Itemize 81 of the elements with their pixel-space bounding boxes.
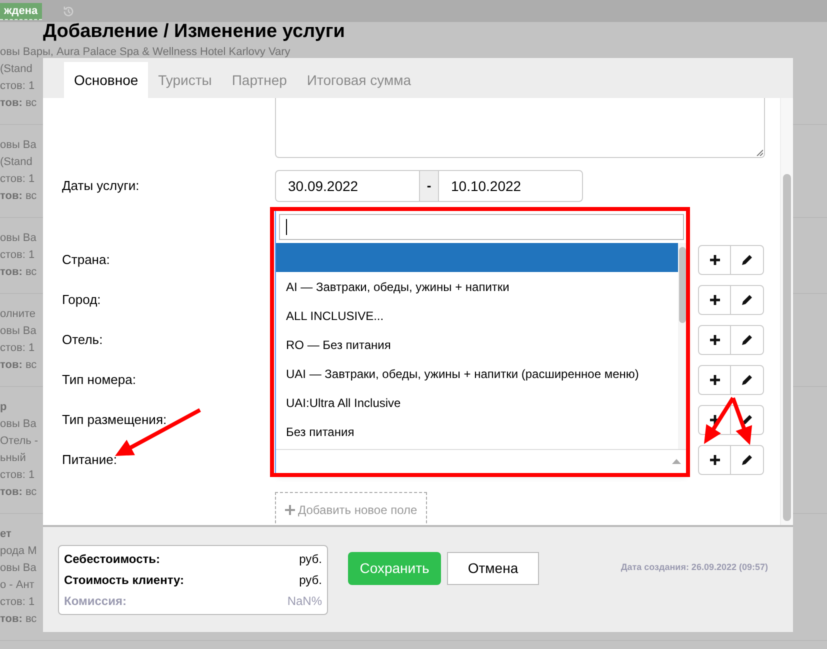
history-icon <box>62 4 75 18</box>
field-label: Тип номера: <box>62 371 137 390</box>
summary-label: Комиссия: <box>64 592 126 610</box>
field-label: Даты услуги: <box>62 177 140 196</box>
background-text: овы Ва <box>0 417 36 432</box>
background-text: стов: 1 <box>0 468 35 483</box>
field-label: Страна: <box>62 251 111 270</box>
background-text: рода М <box>0 544 37 559</box>
background-text: овы Ва <box>0 561 36 576</box>
plus-icon <box>708 294 720 306</box>
field-label: Питание: <box>62 451 118 470</box>
add-button[interactable] <box>698 365 731 395</box>
background-text: тов: вс <box>0 612 37 627</box>
background-text: стов: 1 <box>0 172 35 187</box>
summary-value: NaN% <box>287 592 322 610</box>
add-button[interactable] <box>698 325 731 355</box>
edit-button[interactable] <box>731 285 764 315</box>
background-text: ьный <box>0 451 26 466</box>
dropdown-option[interactable]: AI — Завтраки, обеды, ужины + напитки <box>276 272 678 301</box>
background-text: овы Ва <box>0 231 36 246</box>
background-text: стов: 1 <box>0 248 35 263</box>
edit-button[interactable] <box>731 445 764 475</box>
summary-label: Стоимость клиенту: <box>64 572 184 588</box>
background-text: ет <box>0 527 12 542</box>
plus-icon <box>708 454 720 466</box>
background-text: р <box>0 400 7 415</box>
resize-grip-icon <box>756 149 763 156</box>
dropdown-option[interactable]: ALL INCLUSIVE... <box>276 301 678 330</box>
background-text: овы Вары, Aura Palace Spa & Wellness Hotel Karlovy Vary <box>0 45 290 60</box>
add-button[interactable] <box>698 285 731 315</box>
textarea-field[interactable] <box>275 98 765 158</box>
date-input[interactable]: 10.10.2022 <box>438 170 583 202</box>
field-label: Город: <box>62 291 102 310</box>
plus-icon <box>708 254 720 266</box>
edit-button[interactable] <box>731 245 764 275</box>
field-label: Отель: <box>62 331 104 350</box>
dropdown-option[interactable]: UAI — Завтраки, обеды, ужины + напитки (расширенное меню) <box>276 359 678 388</box>
caret-up-icon <box>672 459 681 464</box>
summary-label: Себестоимость: <box>64 550 160 568</box>
status-badge: ждена <box>0 2 42 20</box>
plus-icon <box>708 374 720 386</box>
plus-icon <box>708 334 720 346</box>
background-text: тов: вс <box>0 189 37 204</box>
background-text: стов: 1 <box>0 595 35 610</box>
background-text: тов: вс <box>0 96 37 111</box>
field-label: Тип размещения: <box>62 411 168 430</box>
edit-button[interactable] <box>731 325 764 355</box>
creation-date: Дата создания: 26.09.2022 (09:57) <box>620 561 768 574</box>
pencil-icon <box>741 334 753 346</box>
background-text: стов: 1 <box>0 341 35 356</box>
summary-value: руб. <box>299 550 322 568</box>
pencil-icon <box>741 374 753 386</box>
date-separator: - <box>420 170 438 202</box>
background-text: Отель - <box>0 434 38 449</box>
background-text: овы Ва <box>0 324 36 339</box>
background-text: овы Ва <box>0 138 36 153</box>
pencil-icon <box>741 454 753 466</box>
background-text: тов: вс <box>0 358 37 373</box>
dropdown-option[interactable]: Без питания <box>276 417 678 446</box>
background-text: стов: 1 <box>0 79 35 94</box>
background-text: олните <box>0 307 36 322</box>
date-input[interactable]: 30.09.2022 <box>275 170 420 202</box>
background-text: тов: вс <box>0 485 37 500</box>
text-cursor-icon <box>286 219 287 235</box>
dropdown-option[interactable]: UAI:Ultra All Inclusive <box>276 388 678 417</box>
background-text: (Stand <box>0 62 32 77</box>
dropdown-option[interactable]: RO — Без питания <box>276 330 678 359</box>
background-text: (Stand <box>0 155 32 170</box>
search-field[interactable] <box>279 214 684 240</box>
tab[interactable]: Основное <box>64 62 148 98</box>
plus-icon <box>285 505 295 515</box>
background-text: тов: вс <box>0 265 37 280</box>
summary-value: руб. <box>299 572 322 588</box>
pencil-icon <box>741 254 753 266</box>
background-text: о - Ант <box>0 578 34 593</box>
dialog-title: Добавление / Изменение услуги <box>43 21 345 43</box>
add-button[interactable] <box>698 445 731 475</box>
pencil-icon <box>741 294 753 306</box>
edit-button[interactable] <box>731 365 764 395</box>
add-button[interactable] <box>698 245 731 275</box>
cancel-button[interactable]: Отмена <box>447 552 539 585</box>
